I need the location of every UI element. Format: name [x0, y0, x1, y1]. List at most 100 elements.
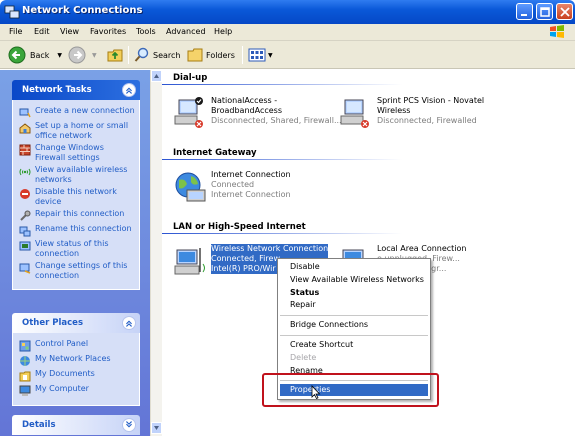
- highlight-annotation-box: [262, 373, 439, 407]
- menu-favorites[interactable]: Favorites: [90, 27, 126, 36]
- connection-status: Connected: [211, 180, 255, 189]
- menu-item-view-wireless[interactable]: View Available Wireless Networks: [290, 275, 424, 284]
- settings-icon: [19, 263, 31, 274]
- connection-status: Disconnected, Shared, Firewall...: [211, 116, 342, 125]
- menu-item-delete: Delete: [290, 353, 317, 362]
- menu-file[interactable]: File: [9, 27, 22, 36]
- network-places-icon: [20, 356, 30, 366]
- group-header-gateway: Internet Gateway: [173, 148, 257, 158]
- task-home-network[interactable]: Set up a home or small office network: [19, 121, 135, 141]
- other-places-body: Control Panel My Network Places My Docum…: [12, 333, 140, 406]
- maximize-button[interactable]: [536, 3, 553, 20]
- connection-internet[interactable]: Internet Connection Connected Internet C…: [173, 170, 343, 206]
- folders-button[interactable]: Folders: [187, 45, 235, 65]
- vertical-scrollbar[interactable]: [150, 70, 162, 436]
- close-button[interactable]: [556, 3, 573, 20]
- up-folder-icon: [107, 49, 123, 62]
- group-header-dialup: Dial-up: [173, 73, 208, 83]
- menu-item-create-shortcut[interactable]: Create Shortcut: [290, 340, 353, 349]
- task-pane: Network Tasks Create a new connection Se…: [0, 70, 150, 436]
- menu-advanced[interactable]: Advanced: [166, 27, 206, 36]
- connection-name: NationalAccess -: [211, 96, 278, 105]
- details-panel: Details: [12, 415, 140, 435]
- toolbar: Back ▼ ▼ Search Folders ▼: [0, 41, 575, 69]
- place-my-documents[interactable]: My Documents: [19, 369, 135, 382]
- group-header-lan: LAN or High-Speed Internet: [173, 222, 306, 232]
- place-control-panel[interactable]: Control Panel: [19, 339, 135, 352]
- forward-button[interactable]: ▼: [68, 45, 97, 65]
- menu-separator: [280, 335, 428, 336]
- scroll-up-arrow-icon[interactable]: [151, 70, 162, 82]
- menu-edit[interactable]: Edit: [34, 27, 50, 36]
- search-icon: [134, 47, 149, 62]
- views-dropdown-icon[interactable]: ▼: [268, 52, 273, 59]
- connection-text: NationalAccess - BroadbandAccess Disconn…: [211, 96, 342, 126]
- task-create-connection[interactable]: Create a new connection: [19, 106, 135, 119]
- collapse-chevron-icon[interactable]: [122, 316, 136, 330]
- place-my-network-places[interactable]: My Network Places: [19, 354, 135, 367]
- other-places-title: Other Places: [22, 318, 83, 328]
- network-connections-icon: [4, 5, 20, 19]
- menu-item-disable[interactable]: Disable: [290, 262, 320, 271]
- repair-icon: [20, 210, 31, 221]
- windows-logo-icon: [550, 25, 564, 38]
- task-disable-device[interactable]: Disable this network device: [19, 187, 135, 207]
- window-title: Network Connections: [22, 5, 143, 16]
- task-repair-connection[interactable]: Repair this connection: [19, 209, 135, 222]
- connection-text: Internet Connection Connected Internet C…: [211, 170, 291, 200]
- menu-view[interactable]: View: [60, 27, 79, 36]
- forward-arrow-icon: [68, 46, 86, 64]
- task-firewall-settings[interactable]: Change Windows Firewall settings: [19, 143, 135, 163]
- menu-item-status[interactable]: Status: [290, 288, 319, 297]
- back-dropdown-icon[interactable]: ▼: [57, 52, 62, 59]
- forward-dropdown-icon[interactable]: ▼: [92, 52, 97, 59]
- dialup-modem-icon: [174, 97, 203, 128]
- connection-sprint-pcs[interactable]: Sprint PCS Vision - Novatel Wireless Dis…: [339, 96, 519, 132]
- dialup-modem-icon: [340, 99, 369, 128]
- title-bar: Network Connections: [0, 0, 575, 24]
- connection-name-line2: BroadbandAccess: [211, 106, 282, 115]
- folders-label: Folders: [206, 50, 235, 60]
- details-title: Details: [22, 420, 56, 430]
- scroll-down-arrow-icon[interactable]: [151, 422, 162, 434]
- menu-item-bridge[interactable]: Bridge Connections: [290, 320, 368, 329]
- internet-gateway-icon: [175, 172, 206, 202]
- menu-tools[interactable]: Tools: [136, 27, 156, 36]
- other-places-header[interactable]: Other Places: [12, 313, 140, 333]
- connection-nationalaccess[interactable]: NationalAccess - BroadbandAccess Disconn…: [173, 96, 343, 132]
- back-arrow-icon: [8, 46, 26, 64]
- network-tasks-title: Network Tasks: [22, 85, 92, 95]
- task-rename-connection[interactable]: Rename this connection: [19, 224, 135, 237]
- rename-icon: [19, 226, 31, 237]
- connection-status: Disconnected, Firewalled: [377, 116, 477, 125]
- status-icon: [19, 241, 31, 251]
- menu-separator: [280, 315, 428, 316]
- folder-icon: [187, 48, 203, 62]
- connection-name: Sprint PCS Vision - Novatel: [377, 96, 485, 105]
- firewall-icon: [19, 144, 31, 156]
- connection-name: Internet Connection: [211, 170, 291, 179]
- task-change-settings[interactable]: Change settings of this connection: [19, 261, 135, 281]
- group-divider: [162, 84, 402, 85]
- connection-name: Local Area Connection: [377, 244, 467, 253]
- back-button[interactable]: Back ▼: [8, 45, 62, 65]
- task-view-status[interactable]: View status of this connection: [19, 239, 135, 259]
- up-folder-button[interactable]: [106, 45, 124, 65]
- menu-help[interactable]: Help: [214, 27, 232, 36]
- disable-icon: [20, 189, 30, 199]
- network-tasks-panel: Network Tasks Create a new connection Se…: [12, 80, 140, 290]
- search-label: Search: [153, 50, 181, 60]
- place-my-computer[interactable]: My Computer: [19, 384, 135, 397]
- search-button[interactable]: Search: [134, 45, 180, 65]
- menu-item-repair[interactable]: Repair: [290, 300, 316, 309]
- views-button[interactable]: ▼: [248, 45, 273, 65]
- task-view-wireless[interactable]: View available wireless networks: [19, 165, 135, 185]
- group-divider: [162, 233, 402, 234]
- group-divider: [162, 159, 402, 160]
- connection-device: Internet Connection: [211, 190, 291, 199]
- minimize-button[interactable]: [516, 3, 533, 20]
- expand-chevron-icon[interactable]: [122, 418, 136, 432]
- details-header[interactable]: Details: [12, 415, 140, 435]
- network-tasks-header[interactable]: Network Tasks: [12, 80, 140, 100]
- collapse-chevron-icon[interactable]: [122, 83, 136, 97]
